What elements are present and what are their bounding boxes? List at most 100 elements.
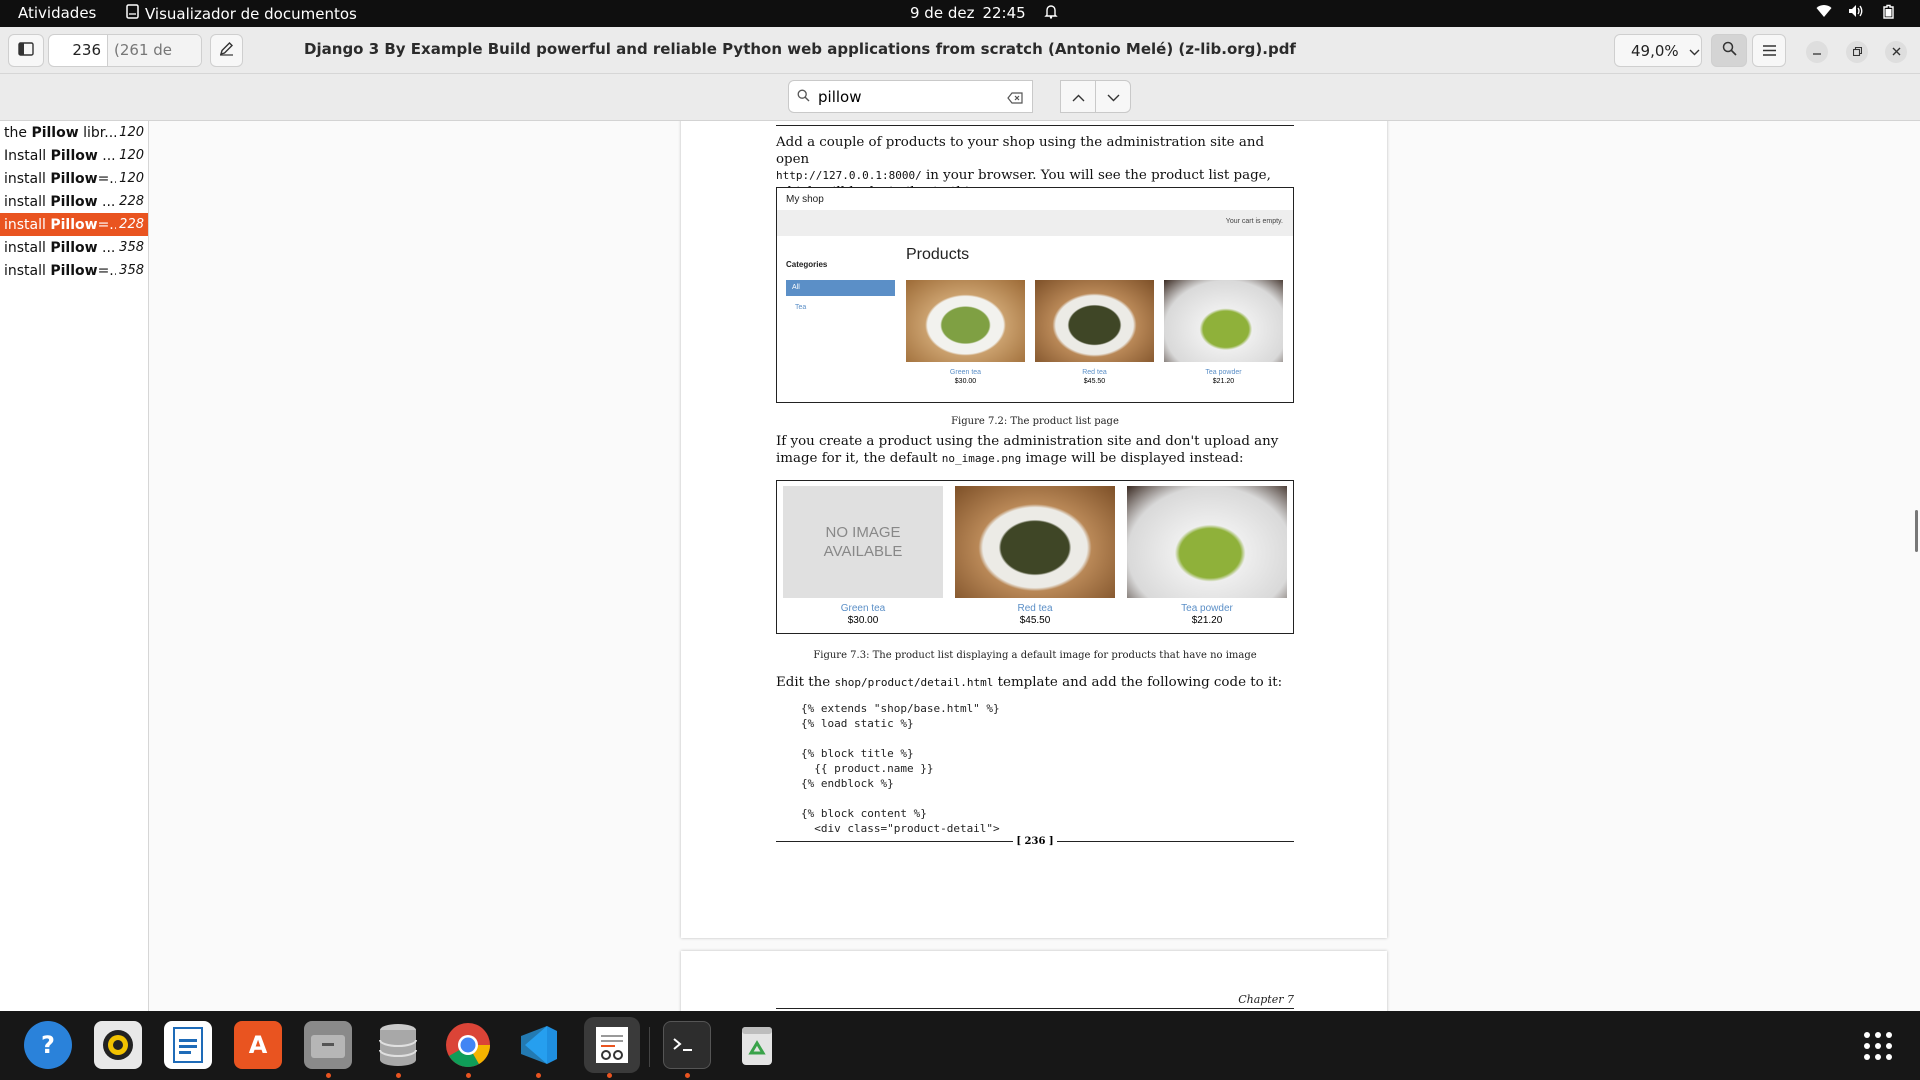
chapter-header: Chapter 7 (1238, 993, 1294, 1006)
chevron-up-icon (1072, 87, 1085, 106)
previous-result-button[interactable] (1060, 80, 1096, 113)
system-tray[interactable] (1816, 4, 1898, 23)
paragraph-1-text: Add a couple of products to your shop us… (776, 135, 1265, 167)
paragraph-2: If you create a product using the admini… (776, 434, 1294, 467)
search-icon (1722, 41, 1737, 60)
header-bar: 236 (261 de 569) Django 3 By Example Bui… (0, 27, 1920, 90)
categories-title: Categories (786, 260, 828, 269)
paragraph-3-text: Edit the (776, 675, 835, 690)
paragraph-2-text-2: image will be displayed instead: (1021, 450, 1244, 466)
product-name: Tea powder (1205, 369, 1242, 376)
scrollbar[interactable] (1915, 510, 1918, 552)
product-green-tea: Green tea $30.00 (906, 368, 1025, 386)
result-page: 228 (119, 194, 144, 209)
page-number-input[interactable]: 236 (49, 35, 107, 66)
libreoffice-writer-icon[interactable] (164, 1021, 212, 1069)
code-block: {% extends "shop/base.html" %} {% load s… (801, 702, 1000, 835)
document-viewer-icon[interactable] (584, 1017, 640, 1073)
vscode-icon[interactable] (514, 1021, 562, 1069)
database-icon[interactable] (374, 1021, 422, 1069)
search-bar (0, 74, 1920, 121)
zoom-value: 49,0% (1631, 41, 1679, 60)
chrome-icon[interactable] (444, 1021, 492, 1069)
localhost-url: http://127.0.0.1:8000/ (776, 169, 922, 182)
search-field[interactable] (788, 80, 1033, 113)
app-menu[interactable]: Visualizador de documentos (126, 4, 357, 23)
page-selector[interactable]: 236 (261 de 569) (48, 34, 202, 90)
figure-default-image: NO IMAGE AVAILABLE Green tea $30.00 Red te… (776, 480, 1294, 634)
result-page: 120 (119, 148, 144, 163)
result-match: Pillow (50, 193, 98, 210)
minimize-icon (1813, 45, 1821, 59)
search-result-item[interactable]: install Pillow=...120 (0, 167, 148, 190)
restore-icon (1852, 45, 1862, 59)
search-toggle-button[interactable] (1711, 34, 1747, 67)
product-name: Red tea (1017, 603, 1053, 614)
main-menu-button[interactable] (1752, 34, 1786, 67)
help-icon[interactable]: ? (24, 1021, 72, 1069)
search-result-item[interactable]: install Pillow ... 358 (0, 236, 148, 259)
page-footer: [ 236 ] (776, 836, 1294, 847)
product-red-tea: Red tea $45.50 (955, 603, 1115, 627)
pdf-page: Add a couple of products to your shop us… (681, 121, 1387, 938)
clock[interactable]: 9 de dez 22:45 (910, 4, 1058, 23)
terminal-icon[interactable] (663, 1021, 711, 1069)
result-suffix: ... (97, 147, 116, 164)
result-prefix: install (4, 262, 51, 279)
clear-search-icon[interactable] (1007, 90, 1023, 108)
red-tea-photo (955, 486, 1115, 598)
running-indicator (326, 1073, 331, 1078)
category-tea: Tea (795, 304, 807, 311)
activities-button[interactable]: Atividades (18, 4, 96, 22)
search-result-item[interactable]: the Pillow libr... 120 (0, 121, 148, 144)
product-price: $45.50 (1083, 378, 1106, 385)
result-match: Pillow (50, 216, 98, 233)
time-label: 22:45 (982, 4, 1026, 22)
files-icon[interactable] (304, 1021, 352, 1069)
page-of-label: (261 de 569) (107, 35, 201, 90)
chevron-down-icon (1107, 87, 1120, 106)
trash-icon[interactable] (733, 1021, 781, 1069)
battery-icon (1880, 4, 1898, 23)
hamburger-icon (1762, 41, 1776, 60)
result-suffix: ... (97, 239, 116, 256)
wifi-icon (1816, 4, 1832, 23)
search-result-item[interactable]: Install Pillow ... 120 (0, 144, 148, 167)
next-result-button[interactable] (1095, 80, 1131, 113)
green-tea-photo (906, 280, 1025, 362)
inline-code: shop/product/detail.html (834, 676, 994, 689)
annotate-button[interactable] (210, 34, 243, 67)
close-button[interactable] (1885, 41, 1907, 63)
document-view[interactable]: Add a couple of products to your shop us… (150, 121, 1920, 1011)
result-suffix: =... (97, 262, 116, 279)
no-image-text-2: AVAILABLE (823, 543, 903, 560)
minimize-button[interactable] (1806, 41, 1828, 63)
product-tea-powder: Tea powder $21.20 (1127, 603, 1287, 627)
figure-product-list: My shop Your cart is empty. Products Cat… (776, 187, 1294, 403)
product-price: $45.50 (1019, 615, 1051, 626)
product-price: $21.20 (1191, 615, 1223, 626)
sidebar-toggle-button[interactable] (8, 34, 44, 67)
rhythmbox-icon[interactable] (94, 1021, 142, 1069)
close-icon (1892, 45, 1901, 59)
result-suffix: =... (97, 216, 116, 233)
dock: ? A (0, 1011, 1920, 1080)
cart-bar: Your cart is empty. (777, 210, 1293, 236)
top-bar: Atividades Visualizador de documentos 9 … (0, 0, 1920, 27)
show-applications-icon[interactable] (1863, 1031, 1893, 1065)
result-page: 358 (119, 240, 144, 255)
app-center-icon[interactable]: A (234, 1021, 282, 1069)
search-input[interactable] (818, 87, 988, 106)
products-heading: Products (906, 246, 970, 263)
result-suffix: ... (97, 193, 116, 210)
zoom-selector[interactable]: 49,0% (1614, 34, 1702, 67)
search-result-item[interactable]: install Pillow=...358 (0, 259, 148, 282)
result-prefix: the (4, 124, 32, 141)
page-top-rule (776, 1008, 1294, 1009)
product-price: $21.20 (1212, 378, 1235, 385)
search-result-item[interactable]: install Pillow ... 228 (0, 190, 148, 213)
search-result-item-selected[interactable]: install Pillow=...228 (0, 213, 148, 236)
maximize-button[interactable] (1846, 41, 1868, 63)
shop-brand: My shop (786, 194, 824, 205)
no-image-placeholder: NO IMAGE AVAILABLE (783, 486, 943, 598)
